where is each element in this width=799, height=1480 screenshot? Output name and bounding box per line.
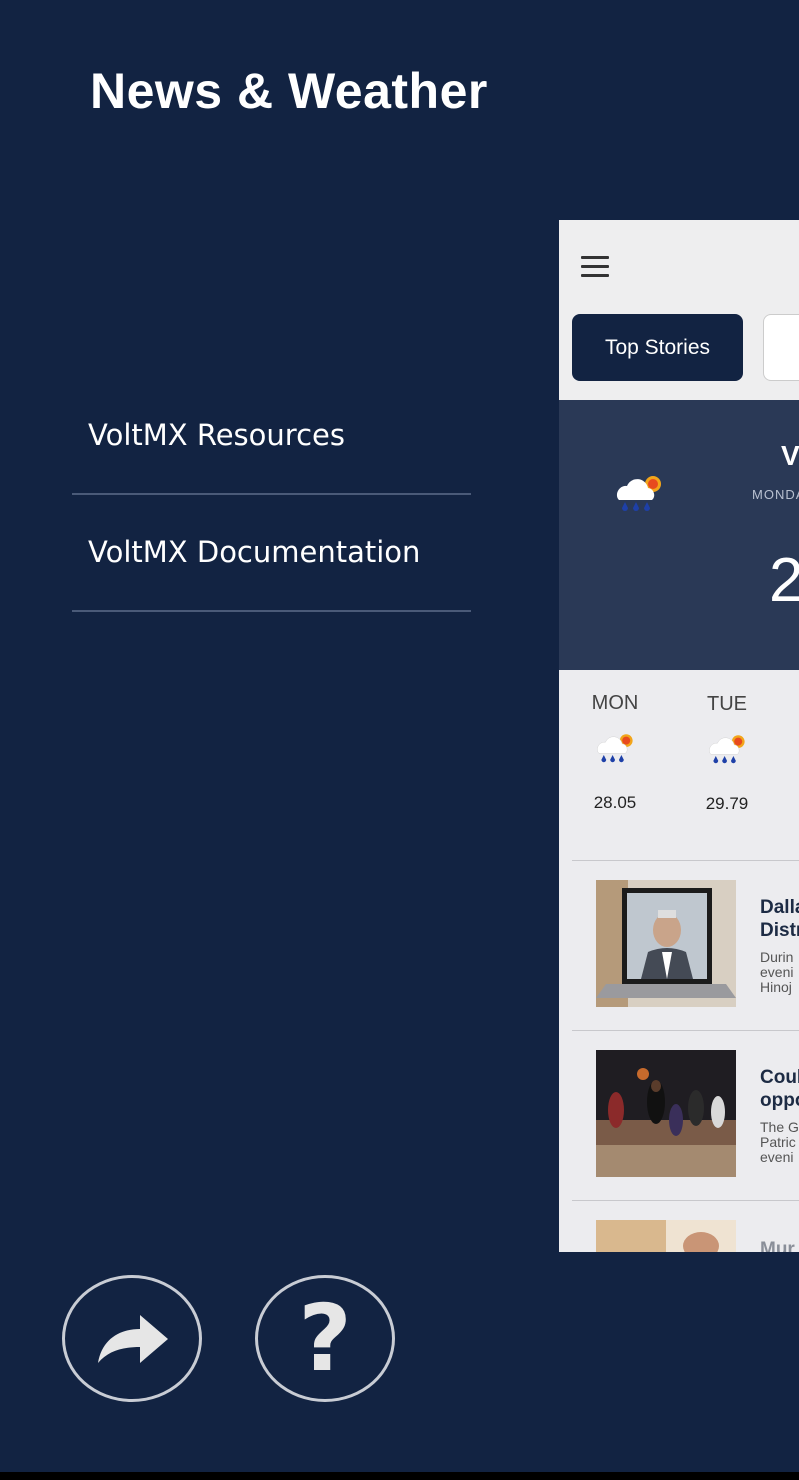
forecast-temp: 28.05: [593, 793, 637, 812]
forecast-day-mon: MON 28.05: [575, 692, 655, 813]
rain-sun-cloud-icon: [709, 735, 745, 764]
tab-label: Top Stories: [604, 335, 711, 359]
menu-item-label: VoltMX Documentation: [88, 535, 421, 569]
tab-next[interactable]: [763, 314, 799, 381]
news-item[interactable]: Dalla Distr Durin eveni Hinoj: [559, 880, 799, 1030]
weather-temperature: 2: [769, 546, 799, 615]
menu-item-voltmx-documentation[interactable]: VoltMX Documentation: [72, 495, 471, 612]
top-bar: Top Stories: [559, 220, 799, 400]
news-item[interactable]: Coul oppo The G Patric eveni: [559, 1050, 799, 1200]
share-arrow-icon: [98, 1314, 168, 1363]
share-button[interactable]: [62, 1275, 202, 1402]
news-thumbnail-image: [596, 880, 736, 1007]
help-question-icon: ?: [298, 1284, 352, 1392]
news-headline: Mur: [760, 1239, 795, 1252]
current-weather-card: V MONDA 2: [559, 400, 799, 670]
news-item[interactable]: Mur: [559, 1220, 799, 1252]
main-screen-preview[interactable]: Top Stories V MONDA 2 MON: [559, 220, 799, 1252]
weather-date: MONDA: [752, 487, 799, 502]
weather-city: V: [781, 440, 799, 471]
forecast-icon-wrap: [575, 729, 655, 775]
rain-sun-cloud-icon: [597, 734, 633, 763]
divider: [572, 1200, 799, 1201]
news-headline: Dalla Distr: [760, 897, 799, 941]
news-summary: The G Patric eveni: [760, 1119, 799, 1165]
hamburger-menu-icon[interactable]: [581, 250, 609, 280]
app-title: News & Weather: [90, 63, 488, 119]
forecast-day-label: TUE: [707, 693, 747, 715]
navigation-drawer: News & Weather VoltMX Resources VoltMX D…: [0, 0, 799, 1472]
forecast-temp: 29.79: [705, 794, 749, 813]
tab-top-stories[interactable]: Top Stories: [572, 314, 743, 381]
rain-sun-cloud-icon: [616, 476, 661, 511]
news-thumbnail-image: [596, 1220, 736, 1252]
forecast-icon-wrap: [687, 730, 767, 776]
divider: [572, 860, 799, 861]
help-button[interactable]: ?: [255, 1275, 395, 1402]
menu-item-voltmx-resources[interactable]: VoltMX Resources: [72, 378, 471, 495]
news-headline: Coul oppo: [760, 1067, 799, 1111]
forecast-day-label: MON: [591, 692, 639, 714]
forecast-day-tue: TUE 29.79: [687, 693, 767, 814]
divider: [572, 1030, 799, 1031]
news-thumbnail-image: [596, 1050, 736, 1177]
news-summary: Durin eveni Hinoj: [760, 949, 794, 995]
menu-item-label: VoltMX Resources: [88, 418, 345, 452]
